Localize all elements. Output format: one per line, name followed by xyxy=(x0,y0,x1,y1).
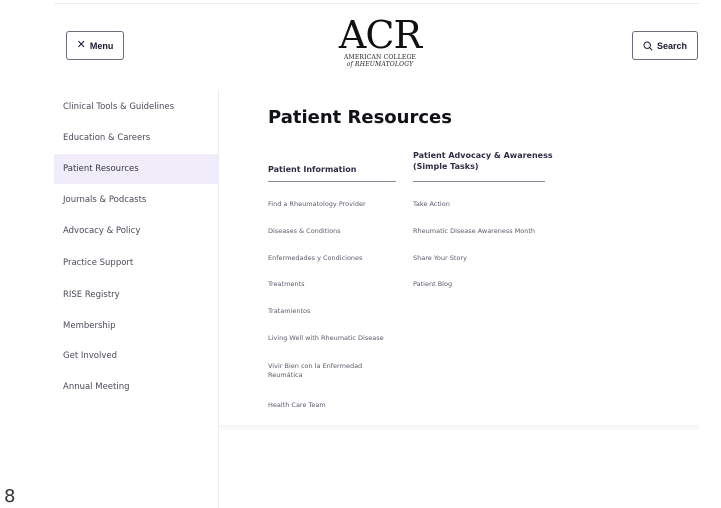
link-patient-blog[interactable]: Patient Blog xyxy=(413,280,563,289)
page-title: Patient Resources xyxy=(268,107,452,128)
sidebar-item-label: RISE Registry xyxy=(63,290,120,300)
sidebar-item-advocacy[interactable]: Advocacy & Policy xyxy=(54,216,218,246)
menu-button-label: Menu xyxy=(89,40,114,51)
sidebar-item-label: Membership xyxy=(63,321,116,331)
sidebar-nav: Clinical Tools & Guidelines Education & … xyxy=(54,90,218,508)
link-find-provider[interactable]: Find a Rheumatology Provider xyxy=(268,200,408,209)
link-awareness-month[interactable]: Rheumatic Disease Awareness Month xyxy=(413,227,563,236)
search-button[interactable]: Search xyxy=(632,31,698,60)
sidebar-item-label: Clinical Tools & Guidelines xyxy=(63,102,175,112)
sidebar-item-practice-support[interactable]: Practice Support xyxy=(54,248,218,278)
sidebar-item-label: Advocacy & Policy xyxy=(63,226,141,236)
column-rule xyxy=(413,181,545,182)
link-health-care-team[interactable]: Health Care Team xyxy=(268,401,408,410)
logo-line-1: AMERICAN COLLEGE xyxy=(343,54,417,61)
sidebar-item-label: Annual Meeting xyxy=(63,382,130,392)
acr-logo[interactable]: ACR AMERICAN COLLEGE of RHEUMATOLOGY xyxy=(330,16,430,76)
close-icon: ✕ xyxy=(76,39,86,51)
sidebar-item-label: Education & Careers xyxy=(63,133,151,143)
link-tratamientos[interactable]: Tratamientos xyxy=(268,307,408,316)
link-diseases-conditions[interactable]: Diseases & Conditions xyxy=(268,227,408,236)
link-living-well[interactable]: Living Well with Rheumatic Disease xyxy=(268,334,408,343)
sidebar-item-label: Practice Support xyxy=(63,258,134,268)
sidebar-item-label: Patient Resources xyxy=(63,164,139,174)
sidebar-item-label: Journals & Podcasts xyxy=(63,195,147,205)
sidebar-item-label: Get Involved xyxy=(63,351,117,361)
sidebar-item-journals[interactable]: Journals & Podcasts xyxy=(54,185,218,215)
search-icon xyxy=(643,40,653,51)
logo-mark: ACR xyxy=(338,13,422,57)
sidebar-item-get-involved[interactable]: Get Involved xyxy=(54,341,218,371)
sidebar-divider xyxy=(218,90,219,508)
menu-close-button[interactable]: ✕ Menu xyxy=(66,31,124,60)
sidebar-item-clinical-tools[interactable]: Clinical Tools & Guidelines xyxy=(54,92,218,122)
sidebar-item-annual-meeting[interactable]: Annual Meeting xyxy=(54,372,218,402)
link-enfermedades[interactable]: Enfermedades y Condiciones xyxy=(268,254,408,263)
link-share-story[interactable]: Share Your Story xyxy=(413,254,563,263)
site-header: ✕ Menu ACR AMERICAN COLLEGE of RHEUMATOL… xyxy=(0,0,721,90)
search-button-label: Search xyxy=(656,40,688,51)
corner-glyph: 8 xyxy=(4,486,16,507)
sidebar-item-rise-registry[interactable]: RISE Registry xyxy=(54,280,218,310)
sidebar-item-patient-resources[interactable]: Patient Resources xyxy=(54,154,218,184)
column-rule xyxy=(268,181,396,182)
sidebar-item-membership[interactable]: Membership xyxy=(54,311,218,341)
logo-line-2: of RHEUMATOLOGY xyxy=(346,61,414,68)
link-treatments[interactable]: Treatments xyxy=(268,280,408,289)
sidebar-item-education[interactable]: Education & Careers xyxy=(54,123,218,153)
link-vivir-bien[interactable]: Vivir Bien con la Enfermedad Reumática xyxy=(268,362,380,380)
link-take-action[interactable]: Take Action xyxy=(413,200,563,209)
content-bottom-shadow xyxy=(219,425,699,431)
column-heading-patient-advocacy: Patient Advocacy & Awareness (Simple Tas… xyxy=(413,151,553,171)
column-heading-patient-information: Patient Information xyxy=(268,165,357,174)
